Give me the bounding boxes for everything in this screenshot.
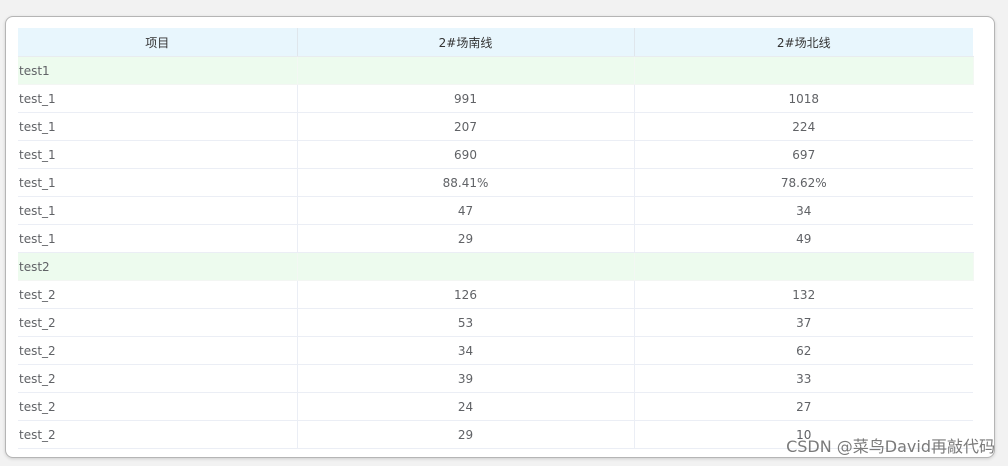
- table-header-row: 项目 2#场南线 2#场北线: [18, 28, 973, 57]
- table-row[interactable]: test_1 47 34: [18, 196, 973, 225]
- cell-item: test_1: [18, 84, 298, 113]
- cell-south-line: 29: [297, 420, 635, 449]
- cell-item: test_2: [18, 280, 298, 309]
- watermark: CSDN @菜鸟David再敲代码: [786, 437, 995, 456]
- cell-north-line: 78.62%: [634, 168, 973, 197]
- cell-item: test_1: [18, 196, 298, 225]
- cell-north-line: 224: [634, 112, 973, 141]
- cell-south-line: 29: [297, 224, 635, 253]
- cell-south-line: 690: [297, 140, 635, 169]
- cell-item: test1: [18, 56, 298, 85]
- cell-item: test_2: [18, 308, 298, 337]
- table-row[interactable]: test_2 53 37: [18, 308, 973, 337]
- data-table: 项目 2#场南线 2#场北线 test1 test_1 991 1018 test_1 2…: [18, 28, 974, 449]
- cell-south-line: 126: [297, 280, 635, 309]
- table-row[interactable]: test_1 207 224: [18, 112, 973, 141]
- cell-south-line: 88.41%: [297, 168, 635, 197]
- cell-item: test_2: [18, 336, 298, 365]
- cell-south-line: [297, 252, 635, 281]
- cell-south-line: 991: [297, 84, 635, 113]
- cell-north-line: 37: [634, 308, 973, 337]
- table-row[interactable]: test_2 24 27: [18, 392, 973, 421]
- table-row[interactable]: test_2 39 33: [18, 364, 973, 393]
- cell-item: test_2: [18, 364, 298, 393]
- cell-item: test_2: [18, 420, 298, 449]
- table-row[interactable]: test_1 29 49: [18, 224, 973, 253]
- cell-north-line: [634, 56, 974, 85]
- group-row[interactable]: test1: [18, 56, 974, 85]
- cell-south-line: 39: [297, 364, 635, 393]
- table-card: 项目 2#场南线 2#场北线 test1 test_1 991 1018 test_1 2…: [5, 16, 995, 458]
- cell-north-line: 62: [634, 336, 973, 365]
- cell-north-line: 49: [634, 224, 973, 253]
- cell-north-line: 27: [634, 392, 973, 421]
- cell-south-line: 24: [297, 392, 635, 421]
- header-item[interactable]: 项目: [18, 28, 298, 57]
- cell-north-line: 34: [634, 196, 973, 225]
- table-row[interactable]: test_2 126 132: [18, 280, 973, 309]
- cell-north-line: 33: [634, 364, 973, 393]
- cell-item: test_1: [18, 224, 298, 253]
- cell-south-line: 34: [297, 336, 635, 365]
- cell-item: test_1: [18, 112, 298, 141]
- table-body: test1 test_1 991 1018 test_1 207 224 test_1 690 6…: [18, 56, 974, 449]
- group-row[interactable]: test2: [18, 252, 974, 281]
- cell-item: test_1: [18, 140, 298, 169]
- table-row[interactable]: test_1 991 1018: [18, 84, 973, 113]
- cell-south-line: [297, 56, 635, 85]
- table-row[interactable]: test_2 34 62: [18, 336, 973, 365]
- cell-north-line: [634, 252, 974, 281]
- cell-north-line: 132: [634, 280, 973, 309]
- cell-item: test2: [18, 252, 298, 281]
- header-south-line[interactable]: 2#场南线: [297, 28, 635, 57]
- cell-north-line: 697: [634, 140, 973, 169]
- header-north-line[interactable]: 2#场北线: [634, 28, 973, 57]
- cell-south-line: 207: [297, 112, 635, 141]
- cell-south-line: 47: [297, 196, 635, 225]
- cell-south-line: 53: [297, 308, 635, 337]
- cell-item: test_2: [18, 392, 298, 421]
- table-row[interactable]: test_1 88.41% 78.62%: [18, 168, 973, 197]
- cell-north-line: 1018: [634, 84, 973, 113]
- cell-item: test_1: [18, 168, 298, 197]
- table-row[interactable]: test_1 690 697: [18, 140, 973, 169]
